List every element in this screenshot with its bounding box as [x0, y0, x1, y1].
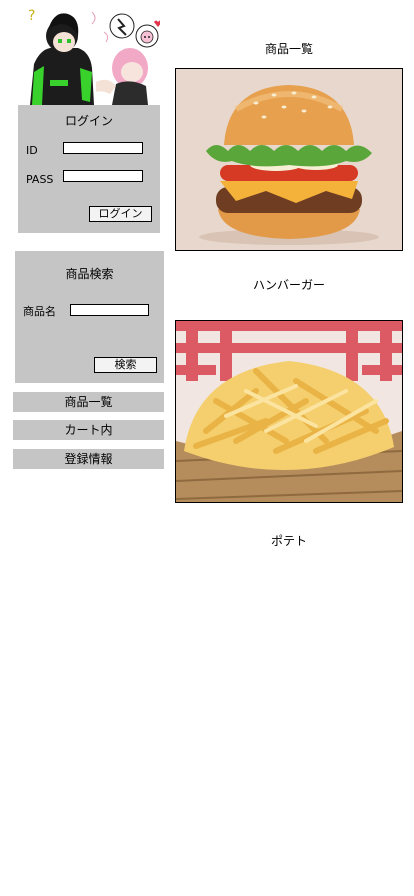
nav-registration-info[interactable]: 登録情報 — [13, 449, 164, 469]
page-title: 商品一覧 — [264, 42, 313, 56]
id-input[interactable] — [63, 142, 143, 154]
banner-illustration: ? — [20, 2, 160, 105]
login-button[interactable]: ログイン — [89, 206, 152, 222]
hamburger-image[interactable] — [175, 68, 403, 251]
svg-text:?: ? — [28, 8, 35, 24]
product-name-label: 商品名 — [23, 305, 56, 318]
pass-label: PASS — [26, 173, 54, 186]
product-name-fries[interactable]: ポテト — [175, 532, 403, 549]
id-label: ID — [26, 144, 38, 157]
search-panel: 商品検索 商品名 検索 — [15, 251, 164, 383]
search-title: 商品検索 — [65, 267, 114, 281]
fries-image[interactable] — [175, 320, 403, 503]
product-name-input[interactable] — [70, 304, 149, 316]
nav-cart[interactable]: カート内 — [13, 420, 164, 440]
login-title: ログイン — [64, 114, 113, 128]
nav-product-list[interactable]: 商品一覧 — [13, 392, 164, 412]
search-button[interactable]: 検索 — [94, 357, 157, 373]
login-panel: ログイン ID PASS ログイン — [18, 105, 160, 233]
pass-input[interactable] — [63, 170, 143, 182]
product-name-hamburger[interactable]: ハンバーガー — [175, 276, 403, 293]
